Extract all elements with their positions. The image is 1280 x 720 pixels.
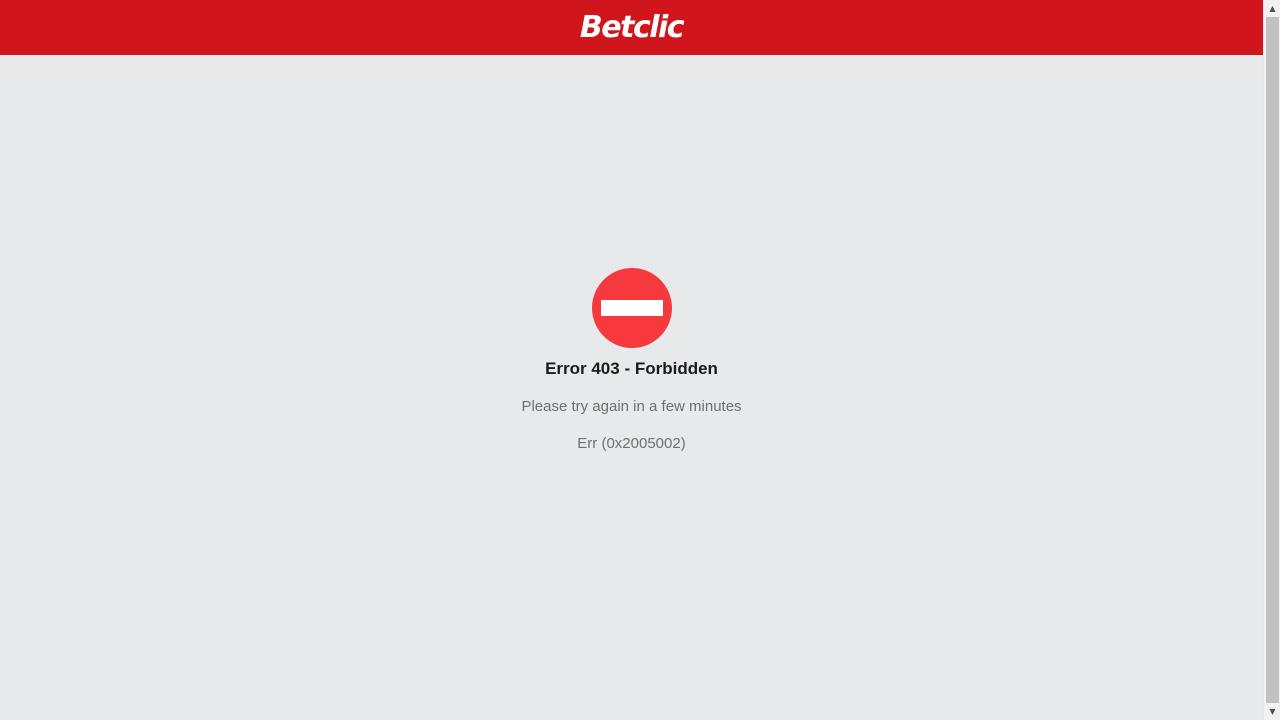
scrollbar-thumb[interactable] bbox=[1266, 17, 1279, 703]
scroll-down-arrow-icon[interactable]: ▼ bbox=[1264, 703, 1280, 720]
error-panel: Error 403 - Forbidden Please try again i… bbox=[0, 268, 1263, 454]
error-message: Please try again in a few minutes bbox=[521, 398, 742, 415]
scroll-up-arrow-icon[interactable]: ▲ bbox=[1264, 0, 1280, 17]
error-code: Err (0x2005002) bbox=[577, 435, 686, 452]
page-viewport: Betclic Error 403 - Forbidden Please try… bbox=[0, 0, 1263, 720]
error-title: Error 403 - Forbidden bbox=[545, 359, 718, 378]
vertical-scrollbar[interactable]: ▲ ▼ bbox=[1263, 0, 1280, 720]
betclic-logo[interactable]: Betclic bbox=[580, 12, 685, 43]
no-entry-icon bbox=[591, 268, 672, 348]
site-header: Betclic bbox=[0, 0, 1263, 55]
no-entry-bar bbox=[600, 300, 663, 316]
